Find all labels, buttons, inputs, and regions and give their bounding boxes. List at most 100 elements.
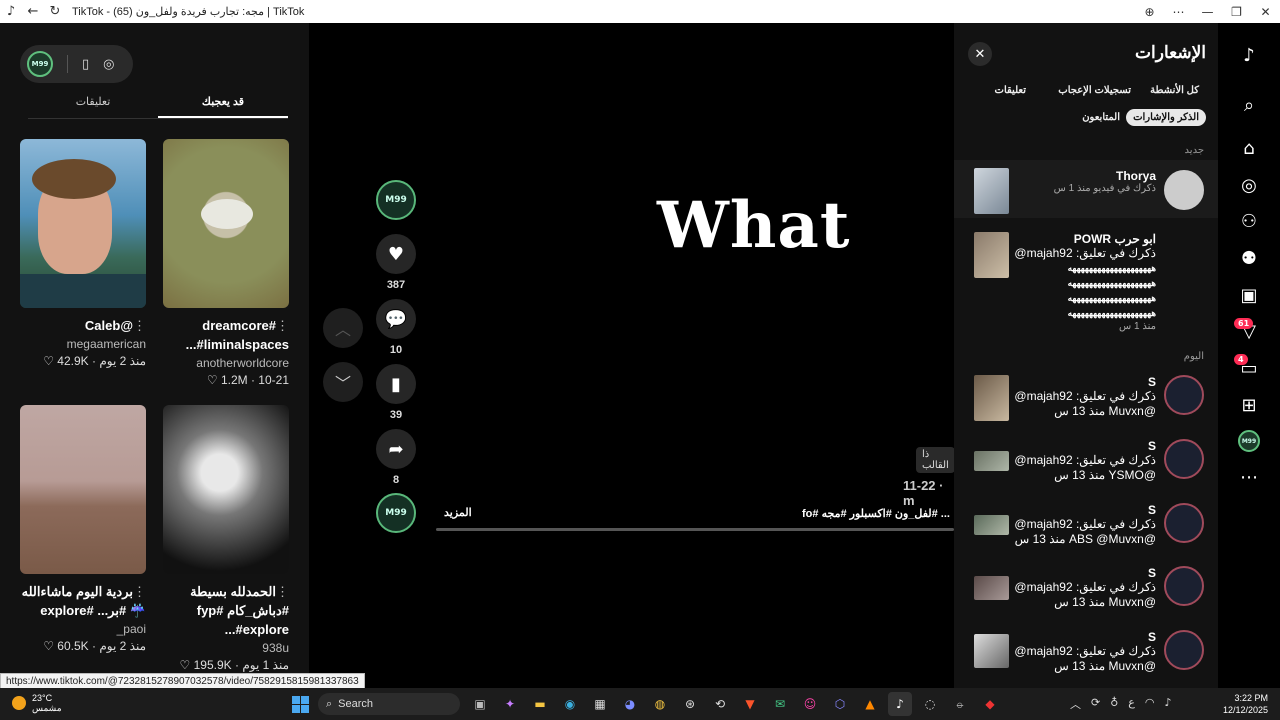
video-author[interactable]: 938u	[163, 641, 289, 655]
next-video-button[interactable]: ﹀	[323, 362, 363, 402]
avatar[interactable]: M99	[376, 180, 416, 220]
video-author[interactable]: megaamerican	[20, 337, 146, 351]
tab-comments[interactable]: تعليقات	[28, 95, 158, 118]
explore-icon[interactable]: ◎	[1237, 173, 1261, 197]
creator-avatar-button[interactable]: M99	[376, 180, 416, 220]
more-icon[interactable]: ⋮	[276, 316, 289, 335]
video-progress-bar[interactable]	[436, 528, 954, 531]
heart-icon[interactable]: ♥	[376, 234, 416, 274]
minimize-button[interactable]: —	[1193, 5, 1222, 19]
previous-video-button[interactable]: ︿	[323, 308, 363, 348]
language-icon[interactable]: ع	[1128, 696, 1135, 712]
avatar[interactable]	[1164, 566, 1204, 606]
tiktok-logo-icon[interactable]: ♪	[1237, 43, 1261, 67]
maximize-button[interactable]: ❐	[1222, 5, 1251, 19]
more-icon[interactable]: ⋮	[276, 582, 289, 601]
menu-icon[interactable]: ⋯	[1164, 5, 1193, 19]
notification-item[interactable]: S ذكرك في تعليق: majah92@ @YSMO منذ 13 س	[954, 437, 1218, 497]
video-thumbnail[interactable]	[20, 139, 146, 308]
copilot-icon[interactable]: ✦	[498, 692, 522, 716]
video-card[interactable]: ⋮ الحمدلله بسيطة #دباش_كام #fyp #explore.…	[163, 405, 289, 672]
save-action[interactable]: ▮ 39	[376, 364, 416, 421]
volume-icon[interactable]: ♪	[1164, 696, 1171, 712]
video-card[interactable]: ⋮ @Caleb megaamerican منذ 2 يوم · 42.9K ♡	[20, 139, 146, 368]
video-thumbnail[interactable]	[163, 139, 289, 308]
comment-icon[interactable]: 💬	[376, 299, 416, 339]
search-icon[interactable]: ⌕	[1237, 93, 1261, 117]
notification-thumbnail[interactable]	[974, 232, 1009, 278]
file-explorer-icon[interactable]: ▬	[528, 692, 552, 716]
more-icon[interactable]: ⋮	[133, 316, 146, 335]
following-icon[interactable]: ⚇	[1237, 209, 1261, 233]
video-card[interactable]: ⋮ #dreamcore #liminalspaces... anotherwor…	[163, 139, 289, 387]
comment-action[interactable]: 💬 10	[376, 299, 416, 356]
notification-item[interactable]: S ذكرك في تعليق: majah92@ @ABS @Muvxn من…	[954, 501, 1218, 561]
app-icon[interactable]: ▲	[858, 692, 882, 716]
video-author[interactable]: _paoi	[20, 622, 146, 636]
notification-item[interactable]: S ذكرك في تعليق: majah92@ @Muvxn منذ 13 …	[954, 628, 1218, 688]
clock[interactable]: 3:22 PM 12/12/2025	[1223, 692, 1268, 716]
video-thumbnail[interactable]	[163, 405, 289, 574]
app-icon[interactable]: ⦵	[948, 692, 972, 716]
brave-icon[interactable]: ▼	[738, 692, 762, 716]
tiktok-taskbar-icon[interactable]: ♪	[888, 692, 912, 716]
notification-item[interactable]: S ذكرك في تعليق: majah92@ @Muvxn منذ 13 …	[954, 564, 1218, 624]
task-view-icon[interactable]: ▣	[468, 692, 492, 716]
avatar[interactable]	[1164, 439, 1204, 479]
avatar[interactable]	[1164, 630, 1204, 670]
more-options-icon[interactable]: ⋯	[1237, 465, 1261, 489]
avatar[interactable]	[1164, 375, 1204, 415]
more-icon[interactable]: ⋮	[133, 582, 146, 601]
filter-mentions[interactable]: الذكر والإشارات	[1126, 109, 1206, 126]
phone-icon[interactable]: ▯	[82, 57, 89, 72]
app-icon[interactable]: ⬡	[828, 692, 852, 716]
wifi-icon[interactable]: ◠	[1145, 696, 1155, 712]
avatar[interactable]	[1164, 503, 1204, 543]
friends-icon[interactable]: ⚉	[1237, 246, 1261, 270]
app-icon[interactable]: ⊛	[678, 692, 702, 716]
home-icon[interactable]: ⌂	[1237, 136, 1261, 160]
like-action[interactable]: ♥ 387	[376, 234, 416, 291]
filter-likes[interactable]: تسجيلات الإعجاب	[1051, 82, 1138, 99]
video-author[interactable]: anotherworldcore	[163, 356, 289, 370]
chrome-icon[interactable]: ◍	[648, 692, 672, 716]
zoom-icon[interactable]: ⊕	[1135, 5, 1164, 19]
start-button[interactable]	[292, 696, 309, 713]
back-icon[interactable]: ←	[22, 1, 44, 23]
bookmark-icon[interactable]: ▮	[376, 364, 416, 404]
video-player[interactable]: What ︿ ﹀ M99 ♥ 387 💬 10 ▮ 39 ➦ 8 M99 ذا …	[309, 23, 955, 688]
sync-icon[interactable]: ⟳	[1091, 696, 1100, 712]
app-icon[interactable]: ✉	[768, 692, 792, 716]
reload-icon[interactable]: ↻	[44, 1, 66, 23]
app-icon[interactable]: ◌	[918, 692, 942, 716]
discord-icon[interactable]: ◕	[618, 692, 642, 716]
notification-item[interactable]: S ذكرك في تعليق: majah92@ @Muvxn منذ 13 …	[954, 373, 1218, 433]
notification-thumbnail[interactable]	[974, 515, 1009, 535]
creator-avatar[interactable]: M99	[27, 51, 53, 77]
weather-widget[interactable]: 23°C مشمس	[12, 693, 62, 713]
video-card[interactable]: ⋮ بردية اليوم ماشاءالله ☔ #بر... #explore…	[20, 405, 146, 653]
filter-comments[interactable]: تعليقات	[988, 82, 1033, 99]
edge-icon[interactable]: ◉	[558, 692, 582, 716]
sound-avatar-button[interactable]: M99	[376, 493, 416, 533]
close-window-button[interactable]: ✕	[1251, 5, 1280, 19]
notification-thumbnail[interactable]	[974, 451, 1009, 471]
mic-icon[interactable]: ♁	[1110, 696, 1118, 712]
tab-you-may-like[interactable]: قد يعجبك	[158, 95, 288, 118]
notification-thumbnail[interactable]	[974, 634, 1009, 668]
share-action[interactable]: ➦ 8	[376, 429, 416, 486]
profile-avatar[interactable]: M99	[1237, 429, 1261, 453]
taskbar-search[interactable]: ⌕ Search	[318, 693, 460, 715]
app-icon[interactable]: ☺	[798, 692, 822, 716]
live-icon[interactable]: ▣	[1237, 283, 1261, 307]
video-thumbnail[interactable]	[20, 405, 146, 574]
avatar[interactable]	[1164, 170, 1204, 210]
chevron-up-icon[interactable]: ︿	[1070, 696, 1081, 712]
upload-icon[interactable]: ⊞	[1237, 393, 1261, 417]
filter-followers[interactable]: المتابعون	[1075, 109, 1127, 126]
music-disc-icon[interactable]: M99	[376, 493, 416, 533]
notification-item[interactable]: ابو حرب POWR ذكرك في تعليق: majah92@ ههه…	[954, 228, 1218, 338]
notification-thumbnail[interactable]	[974, 168, 1009, 214]
notification-thumbnail[interactable]	[974, 375, 1009, 421]
filter-all-activity[interactable]: كل الأنشطة	[1143, 82, 1206, 99]
